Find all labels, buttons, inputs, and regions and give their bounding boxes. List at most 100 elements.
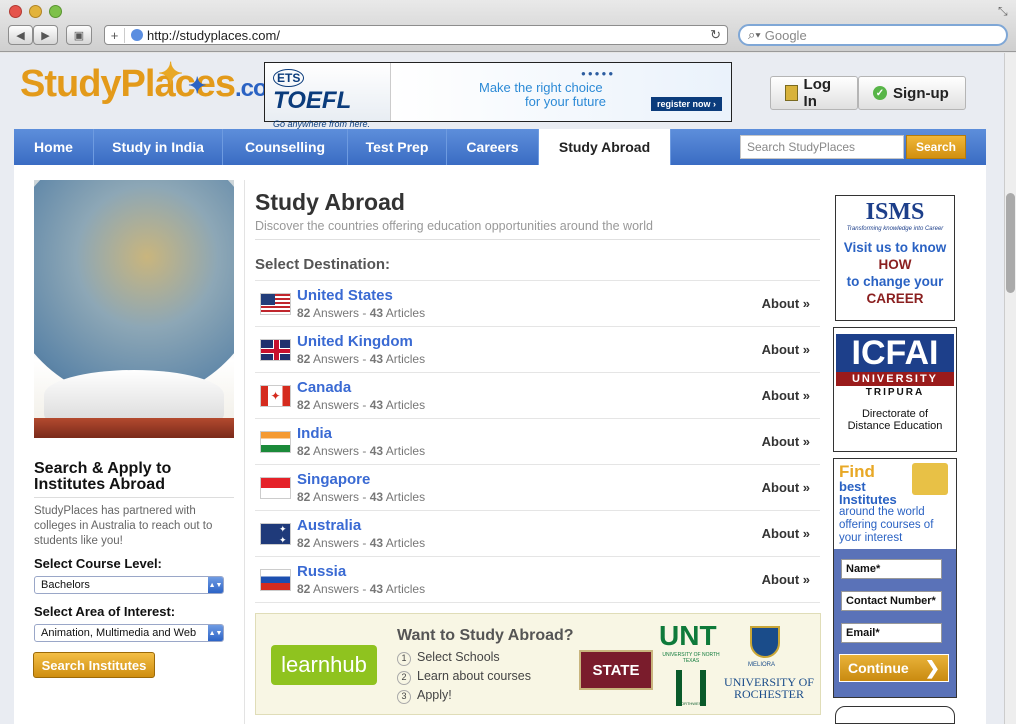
ets-logo: ETS	[273, 69, 305, 87]
find-header: Find best Institutes around the world of…	[834, 459, 956, 549]
globe-icon	[131, 29, 143, 41]
isms-ad[interactable]: ISMS Transforming knowledge into Career …	[835, 195, 955, 321]
search-institutes-button[interactable]: Search Institutes	[33, 652, 155, 678]
country-row-canada[interactable]: ✦ Canada 82 Answers - 43 Articles About …	[255, 373, 820, 419]
country-stats: 82 Answers - 43 Articles	[297, 582, 426, 596]
sidebar-blurb: StudyPlaces has partnered with colleges …	[34, 505, 213, 547]
globe-book-image	[34, 180, 234, 438]
toefl-banner-ad[interactable]: ETS TOEFL Go anywhere from here. Make th…	[264, 62, 732, 129]
continue-label: Continue	[848, 660, 909, 676]
about-link[interactable]: About »	[762, 434, 810, 449]
isms-logo: ISMS	[865, 199, 925, 225]
isms-line-1: Visit us to know	[843, 240, 947, 255]
tab-counselling[interactable]: Counselling	[223, 129, 348, 165]
icfai-ad[interactable]: ICFAI UNIVERSITY TRIPURA Directorate of …	[833, 327, 957, 452]
country-row-singapore[interactable]: Singapore 82 Answers - 43 Articles About…	[255, 465, 820, 511]
back-button[interactable]: ◀	[8, 25, 33, 45]
tab-home[interactable]: Home	[14, 129, 94, 165]
course-level-select[interactable]: Bachelors ▲▼	[34, 576, 224, 594]
find-institutes-ad[interactable]: Find best Institutes around the world of…	[833, 458, 957, 698]
contact-number-field[interactable]: Contact Number*	[841, 591, 942, 611]
isms-tagline: Transforming knowledge into Career	[846, 226, 944, 232]
country-name[interactable]: Canada	[297, 379, 351, 396]
about-link[interactable]: About »	[762, 480, 810, 495]
reader-button[interactable]: ▣	[66, 25, 92, 45]
toefl-tagline: Go anywhere from here.	[273, 119, 371, 129]
country-name[interactable]: Singapore	[297, 471, 370, 488]
banner-line-2: for your future	[525, 94, 606, 109]
country-name[interactable]: India	[297, 425, 332, 442]
scrollbar-thumb[interactable]	[1006, 193, 1015, 293]
country-row-united-kingdom[interactable]: United Kingdom 82 Answers - 43 Articles …	[255, 327, 820, 373]
country-name[interactable]: United States	[297, 287, 393, 304]
email-field[interactable]: Email*	[841, 623, 942, 643]
site-logo[interactable]: StudyPlaces.com ✦ ✦	[20, 58, 288, 123]
about-link[interactable]: About »	[762, 572, 810, 587]
country-stats: 82 Answers - 43 Articles	[297, 352, 426, 366]
about-link[interactable]: About »	[762, 296, 810, 311]
northwest-logo: NORTHWEST	[676, 670, 706, 706]
zoom-window-icon[interactable]	[49, 5, 62, 18]
tab-study-in-india[interactable]: Study in India	[94, 129, 223, 165]
russia-flag-icon	[260, 569, 291, 591]
minimize-window-icon[interactable]	[29, 5, 42, 18]
business-management-ad[interactable]	[835, 706, 955, 724]
select-arrows-icon: ▲▼	[208, 577, 223, 593]
about-link[interactable]: About »	[762, 342, 810, 357]
country-stats: 82 Answers - 43 Articles	[297, 306, 426, 320]
country-name[interactable]: Australia	[297, 517, 361, 534]
address-bar[interactable]: + http://studyplaces.com/ ↻	[104, 25, 728, 45]
country-row-australia[interactable]: ✦ ✦ Australia 82 Answers - 43 Articles Ab…	[255, 511, 820, 557]
country-row-russia[interactable]: Russia 82 Answers - 43 Articles About »	[255, 557, 820, 603]
about-link[interactable]: About »	[762, 388, 810, 403]
add-tab-icon[interactable]: +	[105, 27, 125, 43]
isms-line-3: to change your	[846, 274, 944, 289]
fullscreen-icon[interactable]: ⤡	[998, 4, 1008, 19]
australia-flag-icon: ✦ ✦	[260, 523, 291, 545]
magnifier-icon: ⌕▾	[748, 27, 761, 42]
login-label: Log In	[803, 76, 832, 110]
site-search-button[interactable]: Search	[906, 135, 966, 159]
country-name[interactable]: Russia	[297, 563, 346, 580]
browser-search-field[interactable]: ⌕▾ Google	[738, 24, 1008, 46]
learnhub-logo: learnhub	[271, 645, 377, 685]
tab-careers[interactable]: Careers	[447, 129, 539, 165]
toefl-logo-panel: ETS TOEFL Go anywhere from here.	[265, 63, 391, 129]
arrow-right-icon: ❯	[924, 657, 940, 678]
promo-step-1: 1 Select Schools	[397, 650, 500, 666]
close-window-icon[interactable]	[9, 5, 22, 18]
country-name[interactable]: United Kingdom	[297, 333, 413, 350]
banner-message: Make the right choice for your future re…	[391, 63, 731, 121]
course-level-value: Bachelors	[41, 579, 90, 591]
name-field[interactable]: Name*	[841, 559, 942, 579]
country-row-united-states[interactable]: United States 82 Answers - 43 Articles A…	[255, 281, 820, 327]
sidebar-divider	[34, 497, 234, 498]
learnhub-promo[interactable]: learnhub Want to Study Abroad? 1 Select S…	[255, 613, 821, 715]
usa-flag-icon	[260, 293, 291, 315]
url-text[interactable]: http://studyplaces.com/	[147, 28, 280, 43]
unt-logo: UNT	[659, 620, 717, 651]
rochester-logo: UNIVERSITY OF ROCHESTER	[724, 675, 814, 701]
forward-button[interactable]: ▶	[33, 25, 58, 45]
country-stats: 82 Answers - 43 Articles	[297, 490, 426, 504]
browser-toolbar: ◀ ▶ ▣ + http://studyplaces.com/ ↻ ⌕▾ Goo…	[0, 0, 1016, 52]
area-value: Animation, Multimedia and Web	[41, 627, 197, 639]
tab-study-abroad[interactable]: Study Abroad	[539, 129, 671, 165]
about-link[interactable]: About »	[762, 526, 810, 541]
scrollbar[interactable]	[1004, 53, 1016, 724]
tab-test-prep[interactable]: Test Prep	[348, 129, 447, 165]
signup-button[interactable]: ✓ Sign-up	[858, 76, 966, 110]
continue-button[interactable]: Continue ❯	[839, 654, 949, 682]
isms-line-2: HOW	[878, 257, 912, 272]
area-select[interactable]: Animation, Multimedia and Web ▲▼	[34, 624, 224, 642]
login-button[interactable]: Log In	[770, 76, 858, 110]
signup-check-icon: ✓	[873, 86, 887, 100]
star-small-icon: ✦	[188, 73, 206, 98]
site-search-input[interactable]: Search StudyPlaces	[740, 135, 904, 159]
register-now-button[interactable]: register now ›	[651, 97, 723, 111]
country-row-india[interactable]: India 82 Answers - 43 Articles About »	[255, 419, 820, 465]
login-icon	[785, 85, 798, 101]
reload-icon[interactable]: ↻	[710, 27, 721, 43]
promo-step-3: 3 Apply!	[397, 688, 452, 704]
folder-magnifier-icon	[912, 463, 948, 495]
